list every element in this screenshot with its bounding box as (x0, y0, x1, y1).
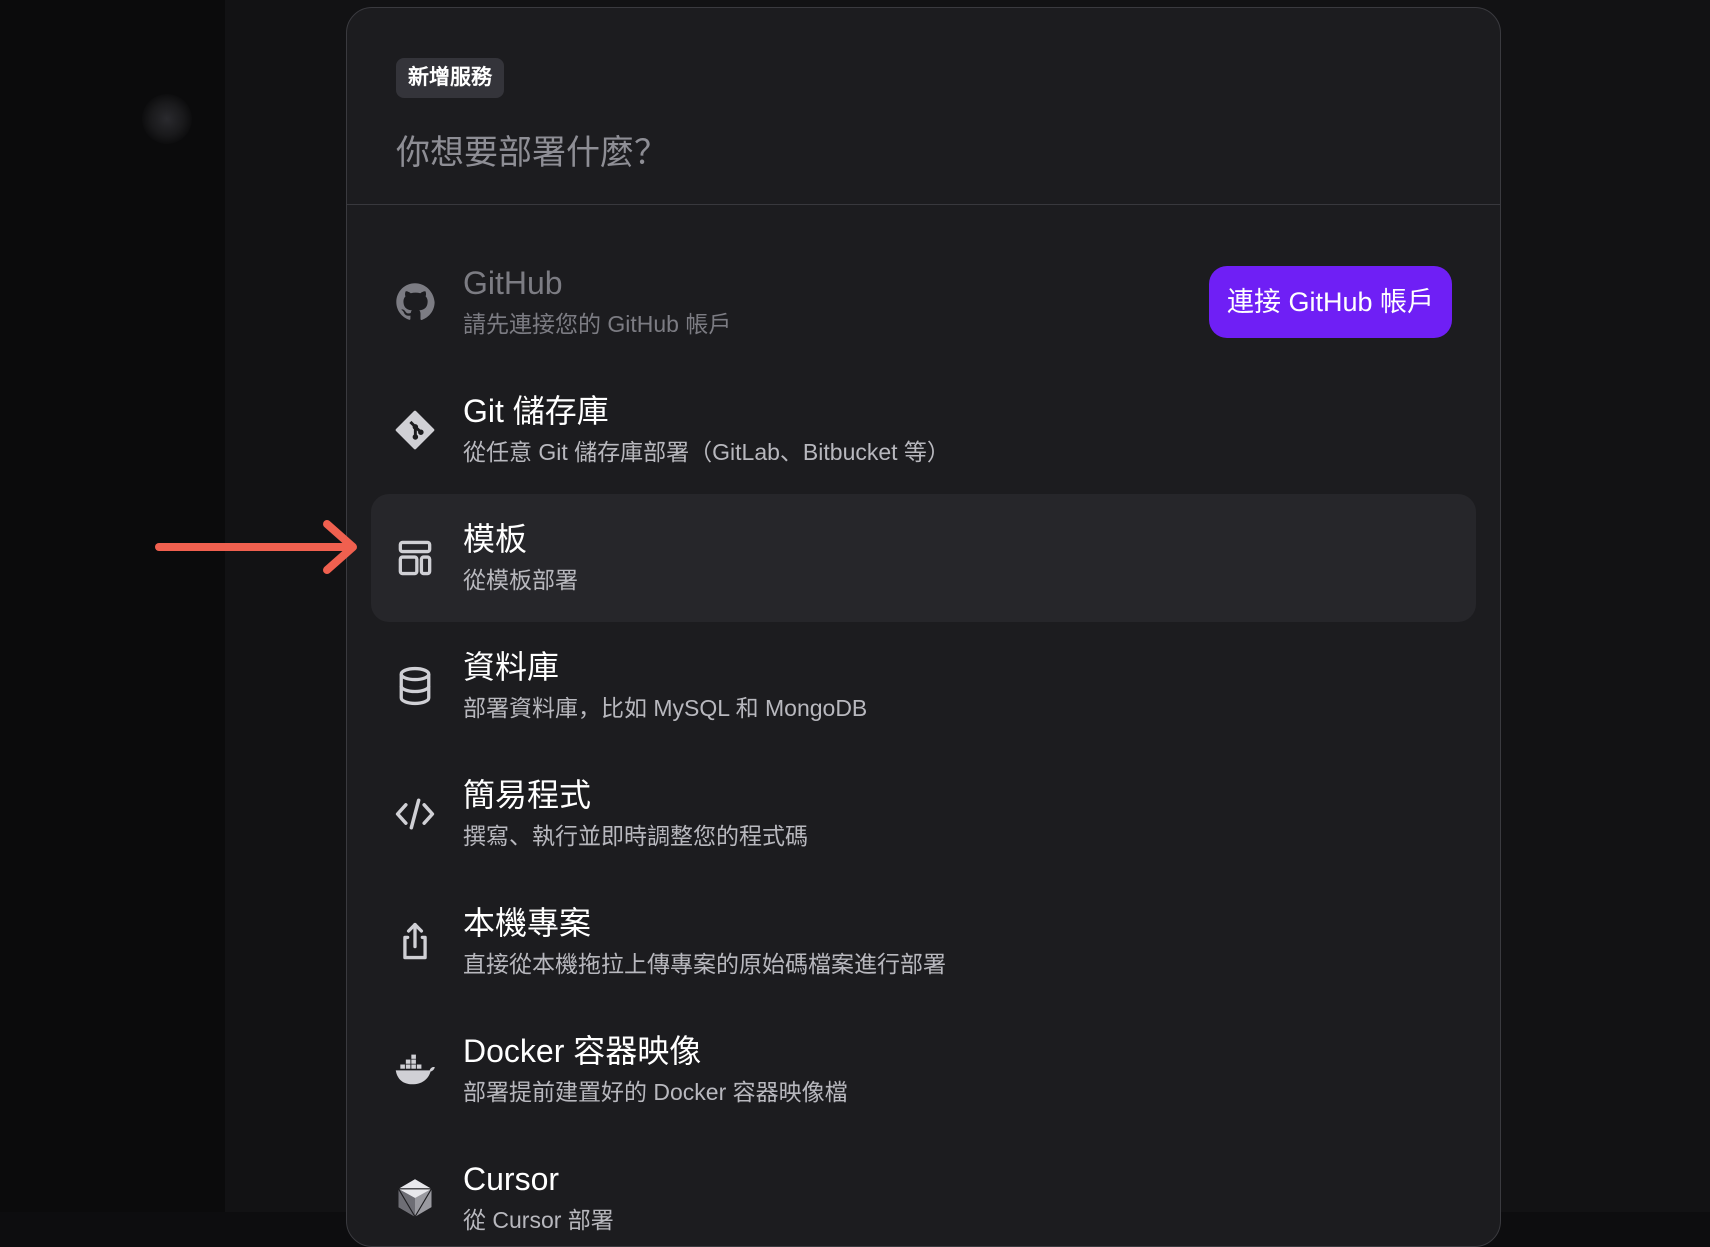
service-item-docker[interactable]: Docker 容器映像 部署提前建置好的 Docker 容器映像檔 (371, 1006, 1476, 1134)
modal-header: 新增服務 你想要部署什麼？ (347, 8, 1500, 205)
service-title: Docker 容器映像 (463, 1033, 702, 1069)
annotation-arrow-icon (155, 520, 357, 574)
service-list: GitHub 請先連接您的 GitHub 帳戶 連接 GitHub 帳戶 Git… (371, 238, 1476, 1246)
service-desc: 請先連接您的 GitHub 帳戶 (463, 311, 732, 337)
service-item-local-project[interactable]: 本機專案 直接從本機拖拉上傳專案的原始碼檔案進行部署 (371, 878, 1476, 1006)
add-service-modal: 新增服務 你想要部署什麼？ GitHub 請先連接您的 GitHub 帳戶 連接… (346, 7, 1501, 1247)
service-desc: 撰寫、執行並即時調整您的程式碼 (463, 823, 808, 849)
github-icon (391, 278, 439, 326)
connect-github-button[interactable]: 連接 GitHub 帳戶 (1208, 266, 1452, 338)
service-item-simple-function[interactable]: 簡易程式 撰寫、執行並即時調整您的程式碼 (371, 750, 1476, 878)
service-title: Cursor (463, 1161, 560, 1197)
service-item-cursor[interactable]: Cursor 從 Cursor 部署 (371, 1134, 1476, 1246)
service-desc: 從 Cursor 部署 (463, 1207, 614, 1233)
docker-icon (391, 1046, 439, 1094)
blurred-avatar (142, 94, 192, 144)
left-background (0, 0, 225, 1212)
cursor-icon (391, 1174, 439, 1222)
service-desc: 直接從本機拖拉上傳專案的原始碼檔案進行部署 (463, 951, 946, 977)
upload-icon (391, 918, 439, 966)
service-desc: 部署資料庫，比如 MySQL 和 MongoDB (463, 695, 868, 721)
service-item-git-repo[interactable]: Git 儲存庫 從任意 Git 儲存庫部署（GitLab、Bitbucket 等… (371, 366, 1476, 494)
git-icon (391, 406, 439, 454)
service-title: Git 儲存庫 (463, 393, 609, 429)
service-item-database[interactable]: 資料庫 部署資料庫，比如 MySQL 和 MongoDB (371, 622, 1476, 750)
service-desc: 從任意 Git 儲存庫部署（GitLab、Bitbucket 等） (463, 439, 950, 465)
code-icon (391, 790, 439, 838)
service-title: 資料庫 (463, 649, 560, 685)
service-title: 模板 (463, 521, 528, 557)
deploy-prompt[interactable]: 你想要部署什麼？ (396, 130, 668, 176)
template-icon (391, 534, 439, 582)
service-title: 本機專案 (463, 905, 592, 941)
add-service-tag: 新增服務 (396, 58, 504, 98)
service-title: 簡易程式 (463, 777, 592, 813)
service-title: GitHub (463, 265, 563, 301)
database-icon (391, 662, 439, 710)
service-item-github[interactable]: GitHub 請先連接您的 GitHub 帳戶 連接 GitHub 帳戶 (371, 238, 1476, 366)
service-desc: 從模板部署 (463, 567, 578, 593)
service-item-template[interactable]: 模板 從模板部署 (371, 494, 1476, 622)
service-desc: 部署提前建置好的 Docker 容器映像檔 (463, 1079, 848, 1105)
